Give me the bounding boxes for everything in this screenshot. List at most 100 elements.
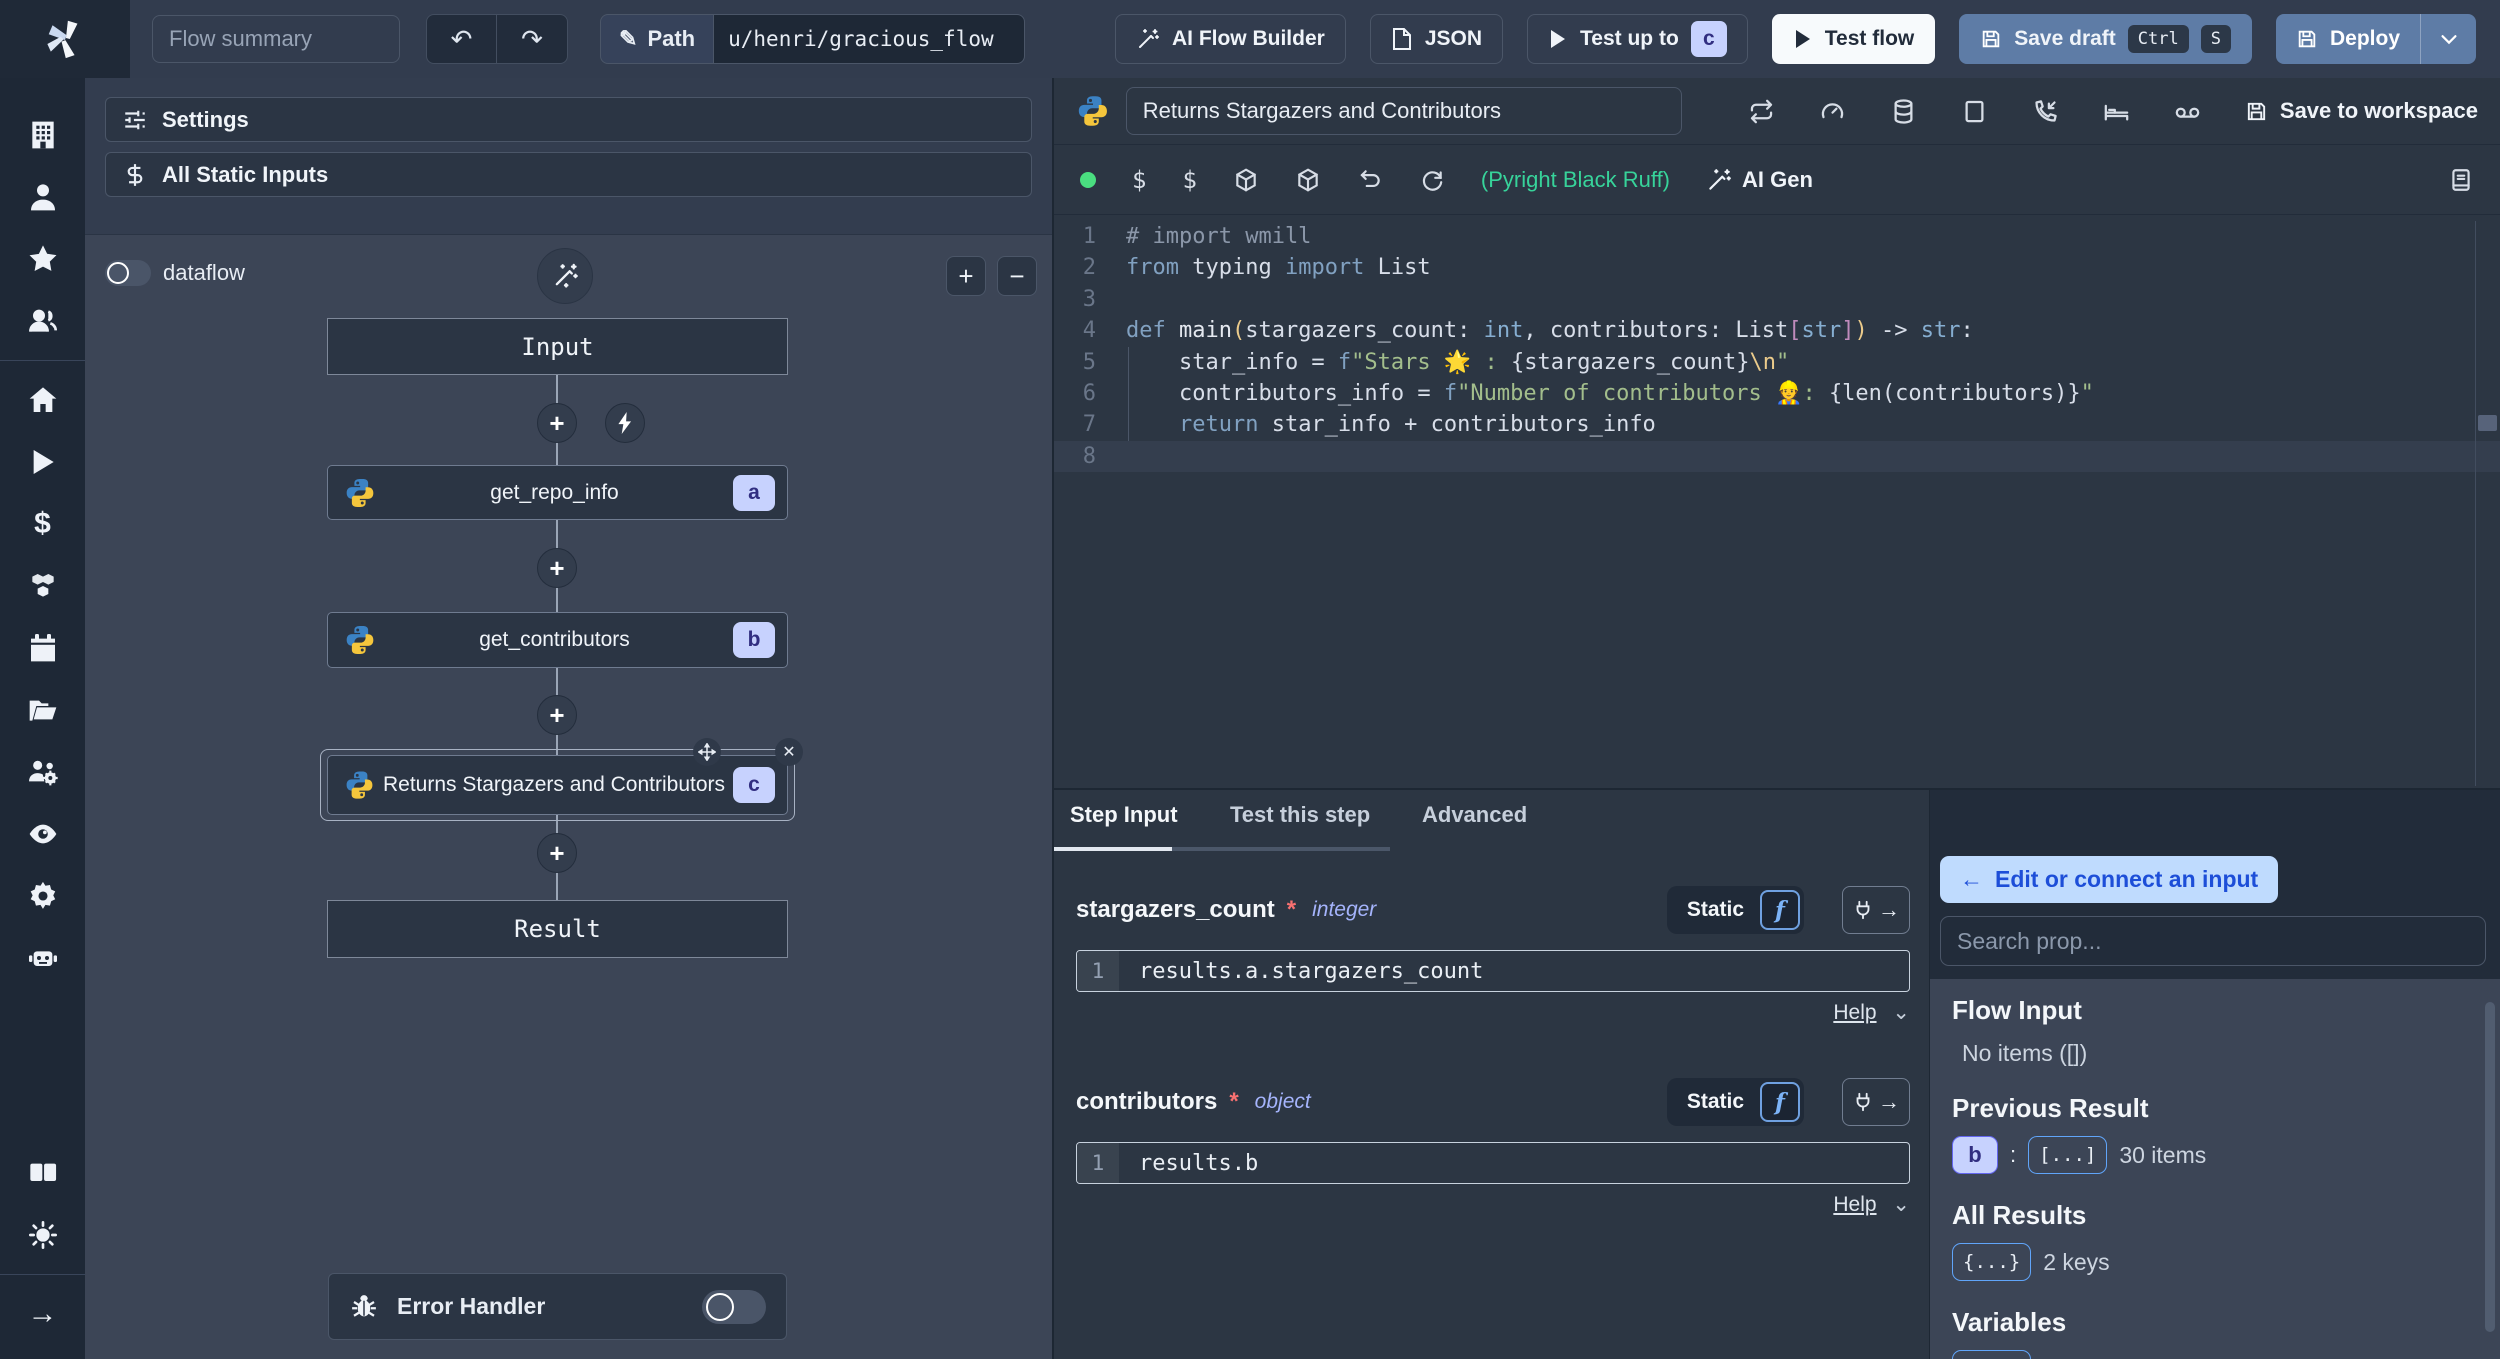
zoom-in-button[interactable]: + [946, 256, 986, 296]
zoom-out-button[interactable]: − [997, 256, 1037, 296]
theme-toggle-icon[interactable] [0, 1204, 85, 1266]
home-icon[interactable] [0, 369, 85, 431]
mock-square-icon[interactable] [1961, 98, 1988, 125]
variables-collapsed-object[interactable]: {...} [1952, 1350, 2032, 1359]
flow-summary-input[interactable] [152, 15, 400, 63]
add-step-button[interactable]: + [537, 548, 577, 588]
audit-logs-eye-icon[interactable] [0, 803, 85, 865]
save-draft-button[interactable]: Save draft Ctrl S [1959, 14, 2252, 64]
concurrency-voicemail-icon[interactable] [2174, 98, 2201, 125]
graph-node-get-contributors[interactable]: get_contributors b [327, 612, 788, 668]
graph-node-input[interactable]: Input [327, 318, 788, 375]
retries-repeat-icon[interactable] [1748, 98, 1775, 125]
tab-test-this-step[interactable]: Test this step [1230, 802, 1370, 828]
code-line[interactable]: 5 star_info = f"Stars 🌟 : {stargazers_co… [1054, 347, 2500, 378]
early-stop-gauge-icon[interactable] [1819, 98, 1846, 125]
tab-advanced[interactable]: Advanced [1422, 802, 1527, 828]
error-handler-node[interactable]: Error Handler [328, 1273, 787, 1340]
code-line[interactable]: 7 return star_info + contributors_info [1054, 409, 2500, 440]
code-line[interactable]: 2 from typing import List [1054, 252, 2500, 283]
redo-button[interactable]: ↷ [497, 15, 567, 63]
code-line[interactable]: 8 [1054, 440, 2500, 473]
variable-picker-icon[interactable]: $ [1132, 166, 1146, 194]
expression-editor[interactable]: 1 results.b [1076, 1142, 1910, 1184]
code-editor[interactable]: 1 # import wmill 2 from typing import List 3… [1054, 215, 2500, 786]
help-link[interactable]: Help [1833, 1193, 1876, 1216]
test-flow-button[interactable]: Test flow [1771, 14, 1936, 64]
add-step-button[interactable]: + [537, 695, 577, 735]
reset-undo-icon[interactable] [1357, 167, 1383, 193]
workspace-icon[interactable] [0, 104, 85, 166]
dataflow-toggle[interactable] [105, 260, 151, 286]
code-line[interactable]: 1 # import wmill [1054, 221, 2500, 252]
test-up-to-button[interactable]: Test up to c [1527, 14, 1748, 64]
step-title-input[interactable] [1125, 87, 1682, 135]
expand-sidebar-icon[interactable]: → [0, 1283, 85, 1345]
graph-node-get-repo-info[interactable]: get_repo_info a [327, 465, 788, 520]
suspend-phone-icon[interactable] [2032, 98, 2059, 125]
package-icon[interactable] [1295, 167, 1321, 193]
folders-icon[interactable] [0, 679, 85, 741]
runs-icon[interactable] [0, 431, 85, 493]
javascript-expression-icon[interactable]: f [1760, 890, 1800, 930]
graph-node-returns-stargazers[interactable]: Returns Stargazers and Contributors c [327, 755, 788, 815]
all-results-collapsed-object[interactable]: {...} [1952, 1243, 2032, 1281]
cache-database-icon[interactable] [1890, 98, 1917, 125]
path-edit-button[interactable]: ✎ Path [600, 14, 714, 64]
undo-button[interactable]: ↶ [427, 15, 497, 63]
linter-badges[interactable]: (Pyright Black Ruff) [1481, 167, 1670, 193]
search-prop-input[interactable] [1940, 916, 2486, 966]
variables-icon[interactable]: $ [0, 493, 85, 555]
path-input[interactable] [713, 14, 1026, 64]
library-book-icon[interactable] [2448, 167, 2474, 193]
minus-icon: − [1009, 260, 1025, 291]
editor-scrollbar-thumb[interactable] [2478, 415, 2497, 431]
workers-icon[interactable] [0, 741, 85, 803]
sleep-bed-icon[interactable] [2103, 98, 2130, 125]
javascript-expression-icon[interactable]: f [1760, 1082, 1800, 1122]
reload-icon[interactable] [1419, 167, 1445, 193]
previous-result-collapsed-array[interactable]: [...] [2028, 1136, 2108, 1174]
graph-node-result[interactable]: Result [327, 900, 788, 958]
user-icon[interactable] [0, 166, 85, 228]
deploy-options-button[interactable] [2420, 14, 2476, 64]
move-node-handle[interactable] [693, 738, 721, 766]
delete-node-button[interactable]: ✕ [775, 738, 803, 766]
windmill-logo[interactable] [0, 0, 130, 78]
trigger-bolt-button[interactable] [605, 403, 645, 443]
add-step-button[interactable]: + [537, 833, 577, 873]
save-to-workspace-button[interactable]: Save to workspace [2245, 98, 2478, 124]
flow-settings-button[interactable]: Settings [105, 97, 1032, 142]
code-line[interactable]: 3 [1054, 284, 2500, 315]
editor-scrollbar[interactable] [2475, 221, 2476, 786]
expression-editor[interactable]: 1 results.a.stargazers_count [1076, 950, 1910, 992]
settings-gear-icon[interactable] [0, 865, 85, 927]
resource-picker-icon[interactable]: $ [1182, 166, 1196, 194]
ai-gen-button[interactable]: AI Gen [1706, 167, 1813, 193]
input-mode-toggle[interactable]: Static f [1666, 1078, 1804, 1126]
help-link[interactable]: Help [1833, 1001, 1876, 1024]
error-handler-toggle[interactable] [702, 1289, 766, 1324]
connect-input-button[interactable]: → [1842, 1078, 1910, 1126]
package-icon[interactable] [1233, 167, 1259, 193]
edit-or-connect-button[interactable]: ← Edit or connect an input [1940, 856, 2279, 903]
deploy-button[interactable]: Deploy [2276, 14, 2420, 64]
docs-icon[interactable] [0, 1142, 85, 1204]
schedules-icon[interactable] [0, 617, 85, 679]
favorites-star-icon[interactable] [0, 228, 85, 290]
groups-icon[interactable] [0, 290, 85, 352]
all-static-inputs-button[interactable]: All Static Inputs [105, 152, 1032, 197]
connect-panel-scrollbar[interactable] [2485, 1002, 2495, 1332]
connect-input-button[interactable]: → [1842, 886, 1910, 934]
ai-flow-builder-button[interactable]: AI Flow Builder [1114, 14, 1346, 64]
resources-icon[interactable] [0, 555, 85, 617]
ai-robot-icon[interactable] [0, 927, 85, 989]
code-line[interactable]: 6 contributors_info = f"Number of contri… [1054, 378, 2500, 409]
previous-result-key-badge[interactable]: b [1952, 1136, 1998, 1174]
tab-step-input[interactable]: Step Input [1070, 802, 1178, 828]
ai-wand-button[interactable] [537, 248, 593, 304]
code-line[interactable]: 4 def main(stargazers_count: int, contrib… [1054, 315, 2500, 346]
json-button[interactable]: JSON [1369, 14, 1504, 64]
add-step-button[interactable]: + [537, 403, 577, 443]
input-mode-toggle[interactable]: Static f [1666, 886, 1804, 934]
